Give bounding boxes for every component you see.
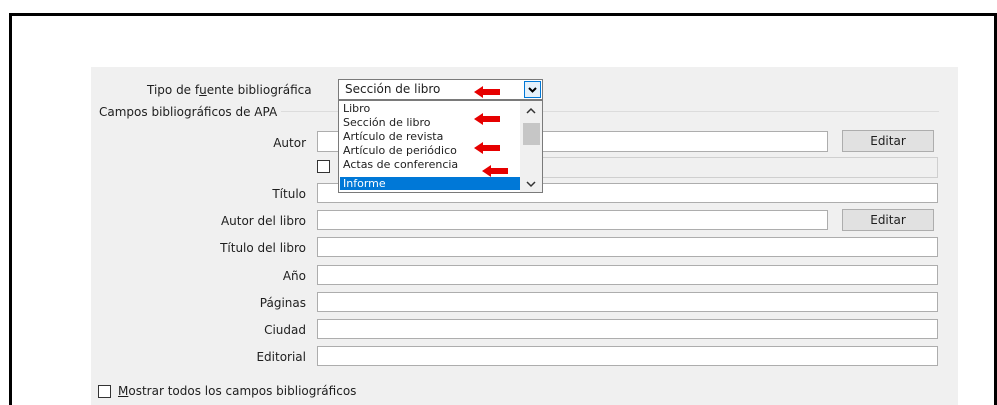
chevron-down-icon[interactable] (524, 178, 538, 190)
source-type-dropdown[interactable]: Sección de libro (338, 79, 543, 100)
source-type-list[interactable]: Libro Sección de libro Artículo de revis… (338, 100, 543, 193)
show-all-fields-label[interactable]: Mostrar todos los campos bibliográficos (118, 383, 356, 399)
title-label: Título (272, 187, 306, 201)
publisher-field[interactable] (317, 346, 938, 366)
pages-field[interactable] (317, 292, 938, 312)
pages-label: Páginas (259, 296, 306, 310)
edit-author-button[interactable]: Editar (842, 130, 934, 152)
option-actas-de-conferencia[interactable]: Actas de conferencia (343, 158, 458, 171)
left-arrow-icon (474, 142, 500, 154)
source-type-selected: Sección de libro (345, 82, 441, 96)
book-author-label: Autor del libro (220, 214, 306, 228)
chevron-down-icon[interactable] (524, 81, 541, 98)
book-title-label: Título del libro (220, 241, 306, 255)
book-author-field[interactable] (317, 210, 828, 230)
show-all-fields-checkbox[interactable] (98, 385, 111, 398)
author-label: Autor (273, 136, 306, 150)
city-field[interactable] (317, 319, 938, 339)
city-label: Ciudad (264, 323, 306, 337)
chevron-up-icon[interactable] (524, 105, 538, 117)
book-title-field[interactable] (317, 237, 938, 257)
left-arrow-icon (482, 165, 508, 177)
list-scrollbar-thumb[interactable] (523, 123, 540, 145)
option-articulo-de-periodico[interactable]: Artículo de periódico (343, 144, 457, 157)
option-libro[interactable]: Libro (343, 102, 370, 115)
year-field[interactable] (317, 265, 938, 285)
corporate-author-checkbox[interactable] (317, 160, 330, 173)
option-articulo-de-revista[interactable]: Artículo de revista (343, 130, 443, 143)
group-label: Campos bibliográficos de APA (99, 104, 282, 120)
publisher-label: Editorial (256, 350, 306, 364)
option-seccion-de-libro[interactable]: Sección de libro (343, 116, 430, 129)
year-label: Año (282, 269, 306, 283)
left-arrow-icon (474, 86, 500, 98)
option-informe[interactable]: Informe (340, 177, 521, 190)
edit-book-author-button[interactable]: Editar (842, 209, 934, 231)
left-arrow-icon (474, 113, 500, 125)
source-type-label: Tipo de fuente bibliográfica (147, 83, 312, 97)
